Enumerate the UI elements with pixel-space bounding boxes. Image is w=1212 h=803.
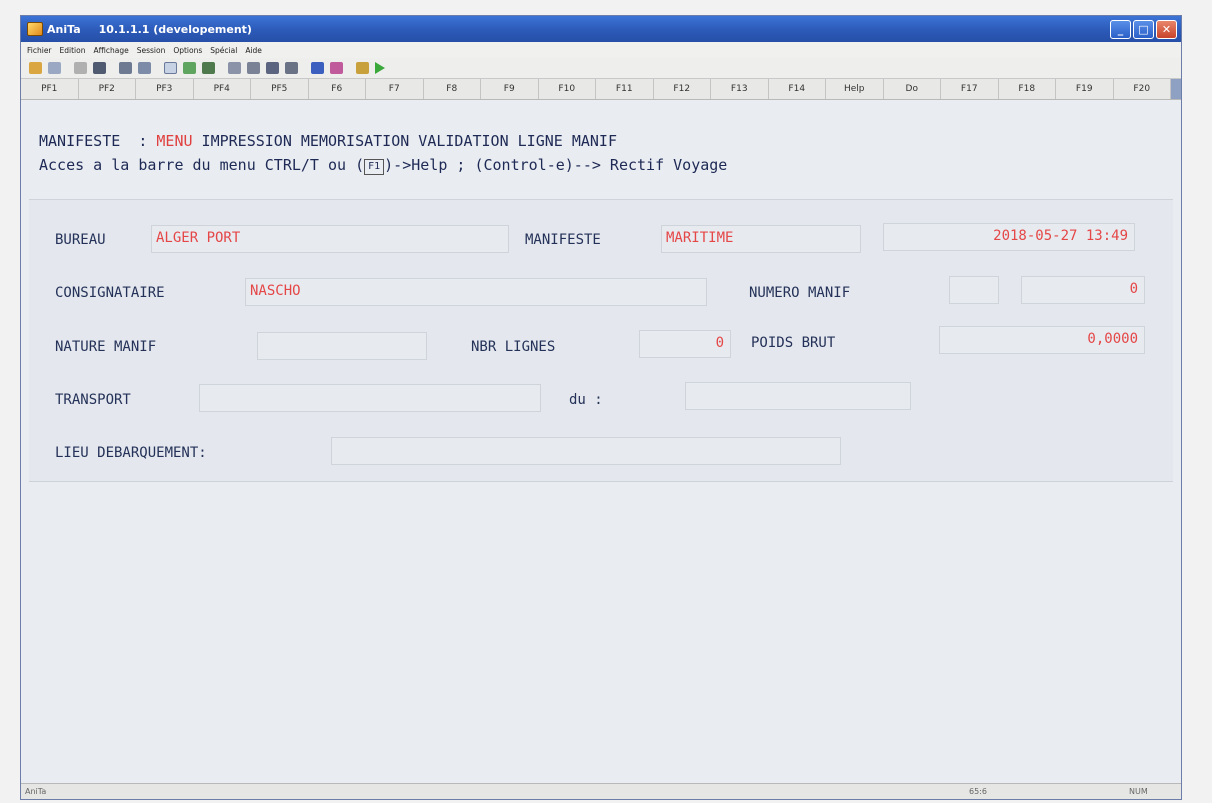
menu-aide[interactable]: Aide bbox=[245, 46, 262, 55]
poids-brut-label: POIDS BRUT bbox=[751, 335, 836, 351]
numero-manif-prefix-field[interactable] bbox=[949, 276, 999, 304]
app-version: 10.1.1.1 (developement) bbox=[98, 22, 252, 36]
du-label: du : bbox=[569, 392, 603, 408]
play-icon[interactable] bbox=[375, 62, 385, 74]
numero-manif-field[interactable]: 0 bbox=[1021, 276, 1145, 304]
title-bar: AniTa 10.1.1.1 (developement) _ □ ✕ bbox=[21, 16, 1181, 42]
help-line: Acces a la barre du menu CTRL/T ou (F1)-… bbox=[39, 156, 727, 175]
list-icon[interactable] bbox=[228, 62, 241, 74]
datetime-field: 2018-05-27 13:49 bbox=[883, 223, 1135, 251]
lieu-debarquement-label: LIEU DEBARQUEMENT: bbox=[55, 445, 207, 461]
menu-bar: Fichier Edition Affichage Session Option… bbox=[21, 42, 1181, 58]
table-icon[interactable] bbox=[247, 62, 260, 74]
fkey-pf4[interactable]: PF4 bbox=[194, 79, 251, 99]
manifeste-label: MANIFESTE bbox=[525, 232, 601, 248]
fkey-f13[interactable]: F13 bbox=[711, 79, 769, 99]
app-name: AniTa bbox=[47, 22, 81, 36]
manifeste-field[interactable]: MARITIME bbox=[661, 225, 861, 253]
status-num-lock: NUM bbox=[1129, 787, 1148, 796]
function-key-bar: PF1 PF2 PF3 PF4 PF5 F6 F7 F8 F9 F10 F11 … bbox=[21, 78, 1181, 100]
fkey-f14[interactable]: F14 bbox=[769, 79, 826, 99]
fkey-f19[interactable]: F19 bbox=[1056, 79, 1114, 99]
tools-icon[interactable] bbox=[356, 62, 369, 74]
screen-name: MANIFESTE : bbox=[39, 132, 157, 150]
scrollbar-thumb[interactable] bbox=[1171, 79, 1181, 99]
chart-icon[interactable] bbox=[285, 62, 298, 74]
fkey-pf2[interactable]: PF2 bbox=[79, 79, 136, 99]
du-field[interactable] bbox=[685, 382, 911, 410]
save-icon[interactable] bbox=[48, 62, 61, 74]
nbr-lignes-label: NBR LIGNES bbox=[471, 339, 556, 355]
status-bar: AniTa 65:6 NUM bbox=[21, 783, 1181, 799]
menu-options[interactable]: Options bbox=[173, 46, 202, 55]
numero-manif-label: NUMERO MANIF bbox=[749, 285, 851, 301]
nbr-lignes-field[interactable]: 0 bbox=[639, 330, 731, 358]
close-button[interactable]: ✕ bbox=[1156, 19, 1177, 39]
fkey-do[interactable]: Do bbox=[884, 79, 941, 99]
minimize-button[interactable]: _ bbox=[1110, 19, 1131, 39]
select-icon[interactable] bbox=[330, 62, 343, 74]
menu-option-menu[interactable]: MENU bbox=[156, 132, 192, 150]
fkey-pf1[interactable]: PF1 bbox=[21, 79, 79, 99]
bureau-label: BUREAU bbox=[55, 232, 106, 248]
fkey-f9[interactable]: F9 bbox=[481, 79, 539, 99]
sort-icon[interactable] bbox=[266, 62, 279, 74]
menu-line: MANIFESTE : MENU IMPRESSION MEMORISATION… bbox=[39, 132, 617, 150]
fkey-f11[interactable]: F11 bbox=[596, 79, 654, 99]
consignataire-field[interactable]: NASCHO bbox=[245, 278, 707, 306]
nature-manif-label: NATURE MANIF bbox=[55, 339, 157, 355]
lieu-debarquement-field[interactable] bbox=[331, 437, 841, 465]
poids-brut-field[interactable]: 0,0000 bbox=[939, 326, 1145, 354]
fkey-f6[interactable]: F6 bbox=[309, 79, 366, 99]
help-rest: )->Help ; (Control-e)--> Rectif Voyage bbox=[384, 156, 728, 174]
open-icon[interactable] bbox=[29, 62, 42, 74]
fkey-f20[interactable]: F20 bbox=[1114, 79, 1171, 99]
fkey-f17[interactable]: F17 bbox=[941, 79, 999, 99]
menu-affichage[interactable]: Affichage bbox=[93, 46, 128, 55]
window-icon[interactable] bbox=[164, 62, 177, 74]
app-icon bbox=[27, 22, 43, 36]
f1-key[interactable]: F1 bbox=[364, 159, 385, 175]
print-preview-icon[interactable] bbox=[138, 62, 151, 74]
consignataire-label: CONSIGNATAIRE bbox=[55, 285, 165, 301]
maximize-button[interactable]: □ bbox=[1133, 19, 1154, 39]
menu-fichier[interactable]: Fichier bbox=[27, 46, 52, 55]
fkey-f12[interactable]: F12 bbox=[654, 79, 711, 99]
menu-options-list: IMPRESSION MEMORISATION VALIDATION LIGNE… bbox=[192, 132, 617, 150]
fkey-pf5[interactable]: PF5 bbox=[251, 79, 309, 99]
menu-special[interactable]: Spécial bbox=[210, 46, 237, 55]
help-prefix: Acces a la barre du menu CTRL/T ou ( bbox=[39, 156, 365, 174]
fkey-f18[interactable]: F18 bbox=[999, 79, 1056, 99]
status-position: 65:6 bbox=[969, 787, 987, 796]
fkey-pf3[interactable]: PF3 bbox=[136, 79, 194, 99]
refresh-icon[interactable] bbox=[202, 62, 215, 74]
cut-icon[interactable] bbox=[74, 62, 87, 74]
transport-label: TRANSPORT bbox=[55, 392, 131, 408]
manifest-form: BUREAU ALGER PORT MANIFESTE MARITIME 201… bbox=[29, 199, 1173, 482]
menu-edition[interactable]: Edition bbox=[60, 46, 86, 55]
fkey-f10[interactable]: F10 bbox=[539, 79, 596, 99]
fkey-f7[interactable]: F7 bbox=[366, 79, 424, 99]
toolbar bbox=[21, 58, 1181, 78]
nature-manif-field[interactable] bbox=[257, 332, 427, 360]
app-window: AniTa 10.1.1.1 (developement) _ □ ✕ Fich… bbox=[20, 15, 1182, 800]
status-app-name: AniTa bbox=[25, 787, 47, 796]
copy-icon[interactable] bbox=[93, 62, 106, 74]
fkey-help[interactable]: Help bbox=[826, 79, 884, 99]
menu-session[interactable]: Session bbox=[137, 46, 166, 55]
bureau-field[interactable]: ALGER PORT bbox=[151, 225, 509, 253]
run-icon[interactable] bbox=[183, 62, 196, 74]
pointer-icon[interactable] bbox=[311, 62, 324, 74]
transport-field[interactable] bbox=[199, 384, 541, 412]
print-icon[interactable] bbox=[119, 62, 132, 74]
fkey-f8[interactable]: F8 bbox=[424, 79, 481, 99]
